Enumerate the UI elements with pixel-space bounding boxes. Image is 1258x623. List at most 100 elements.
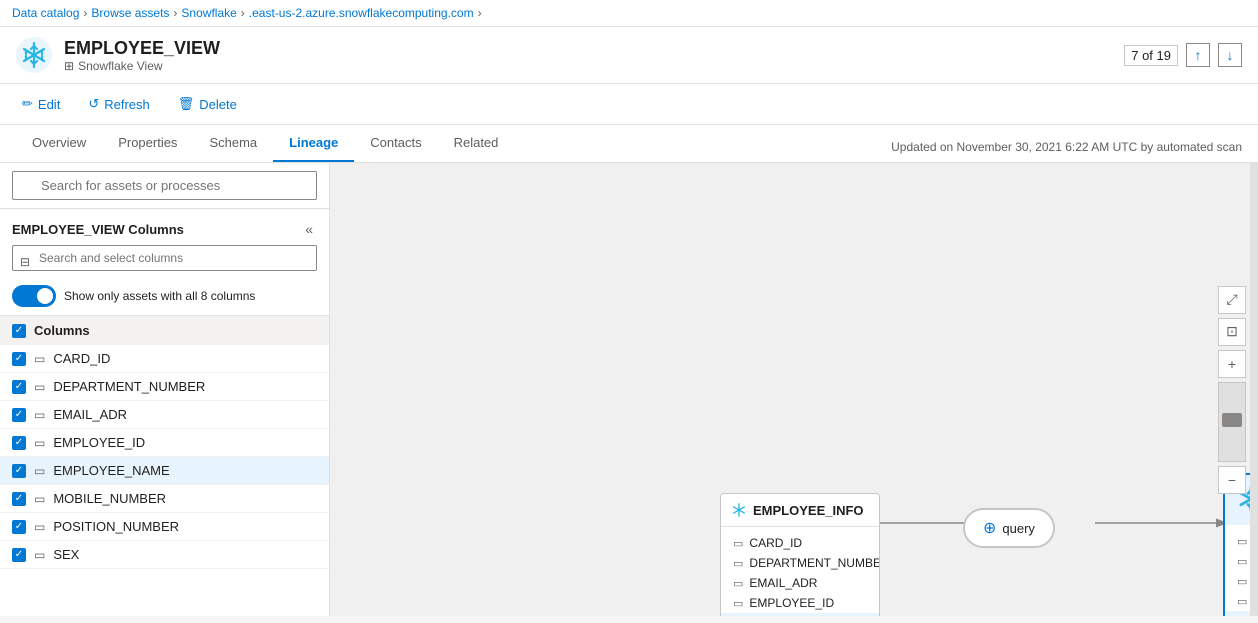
refresh-button[interactable]: ↺ Refresh	[82, 92, 155, 116]
header-right: 7 of 19 ↑ ↓	[1124, 43, 1242, 67]
columns-list: ✓ Columns ✓ ▭ CARD_ID ✓ ▭ DEPARTMENT_NUM…	[0, 316, 329, 616]
list-item[interactable]: ✓ ▭ EMPLOYEE_NAME	[0, 457, 329, 485]
fit-button[interactable]: ⊡	[1218, 318, 1246, 346]
expand-button[interactable]: ⤢	[1218, 286, 1246, 314]
breadcrumb-browse-assets[interactable]: Browse assets	[91, 6, 169, 20]
col-name-1: DEPARTMENT_NUMBER	[53, 379, 205, 394]
tab-related[interactable]: Related	[438, 125, 515, 162]
search-assets-wrap: 🔍	[12, 171, 317, 200]
search-assets-input[interactable]	[12, 171, 317, 200]
edit-icon: ✏	[22, 96, 33, 112]
list-item[interactable]: ✓ ▭ SEX	[0, 541, 329, 569]
list-item[interactable]: ✓ ▭ EMAIL_ADR	[0, 401, 329, 429]
col-checkbox-3[interactable]: ✓	[12, 436, 26, 450]
canvas-scrollbar[interactable]	[1250, 163, 1258, 616]
sidebar: 🔍 EMPLOYEE_VIEW Columns « ⊟ Show only as…	[0, 163, 330, 616]
field-icon-2: ▭	[34, 408, 45, 422]
field-icon: ▭	[1237, 555, 1247, 568]
field-icon: ▭	[733, 537, 743, 550]
col-name-5: MOBILE_NUMBER	[53, 491, 166, 506]
tab-properties[interactable]: Properties	[102, 125, 193, 162]
field-icon-0: ▭	[34, 352, 45, 366]
field-icon: ▭	[733, 557, 743, 570]
field-icon-6: ▭	[34, 520, 45, 534]
field-icon-7: ▭	[34, 548, 45, 562]
tab-overview[interactable]: Overview	[16, 125, 102, 162]
tab-lineage[interactable]: Lineage	[273, 125, 354, 162]
col-checkbox-7[interactable]: ✓	[12, 548, 26, 562]
zoom-in-button[interactable]: +	[1218, 350, 1246, 378]
field-icon-5: ▭	[34, 492, 45, 506]
col-checkbox-5[interactable]: ✓	[12, 492, 26, 506]
page-title: EMPLOYEE_VIEW	[64, 38, 220, 59]
zoom-thumb	[1222, 413, 1242, 427]
nav-prev-button[interactable]: ↑	[1186, 43, 1210, 67]
col-name-2: EMAIL_ADR	[53, 407, 127, 422]
field-icon: ▭	[1237, 575, 1247, 588]
col-name-4: EMPLOYEE_NAME	[53, 463, 169, 478]
query-label: query	[1002, 521, 1035, 536]
tab-schema[interactable]: Schema	[193, 125, 273, 162]
toggle-row: Show only assets with all 8 columns	[0, 279, 329, 316]
source-node[interactable]: EMPLOYEE_INFO ▭ CARD_ID ▭ DEPARTMENT_NUM…	[720, 493, 880, 616]
page-subtitle: ⊞ Snowflake View	[64, 59, 220, 73]
columns-section-title: EMPLOYEE_VIEW Columns	[12, 222, 184, 237]
columns-header-row: ✓ Columns	[0, 316, 329, 345]
query-node[interactable]: ⊕ query	[963, 508, 1055, 548]
col-checkbox-4[interactable]: ✓	[12, 464, 26, 478]
nav-next-button[interactable]: ↓	[1218, 43, 1242, 67]
toggle-label: Show only assets with all 8 columns	[64, 289, 255, 303]
source-field-2: ▭ EMAIL_ADR	[721, 573, 879, 593]
refresh-icon: ↺	[88, 96, 99, 112]
list-item[interactable]: ✓ ▭ EMPLOYEE_ID	[0, 429, 329, 457]
columns-all-checkbox[interactable]: ✓	[12, 324, 26, 338]
main-layout: 🔍 EMPLOYEE_VIEW Columns « ⊟ Show only as…	[0, 163, 1258, 616]
zoom-track[interactable]	[1218, 382, 1246, 462]
field-icon-4: ▭	[34, 464, 45, 478]
delete-button[interactable]: 🗑 Delete	[172, 92, 243, 116]
field-icon: ▭	[1237, 535, 1247, 548]
field-icon: ▭	[1237, 615, 1247, 617]
columns-header-label: Columns	[34, 323, 90, 338]
breadcrumb-server[interactable]: .east-us-2.azure.snowflakecomputing.com	[249, 6, 474, 20]
field-icon-3: ▭	[34, 436, 45, 450]
zoom-controls: ⤢ ⊡ + −	[1218, 286, 1246, 494]
collapse-sidebar-button[interactable]: «	[301, 219, 317, 239]
source-field-1: ▭ DEPARTMENT_NUMBER	[721, 553, 879, 573]
page-header: EMPLOYEE_VIEW ⊞ Snowflake View 7 of 19 ↑…	[0, 27, 1258, 84]
field-icon: ▭	[733, 577, 743, 590]
updated-text: Updated on November 30, 2021 6:22 AM UTC…	[891, 140, 1242, 162]
col-checkbox-0[interactable]: ✓	[12, 352, 26, 366]
source-field-3: ▭ EMPLOYEE_ID	[721, 593, 879, 613]
zoom-out-button[interactable]: −	[1218, 466, 1246, 494]
search-columns-input[interactable]	[12, 245, 317, 271]
list-item[interactable]: ✓ ▭ CARD_ID	[0, 345, 329, 373]
search-columns-wrap: ⊟	[0, 245, 329, 279]
source-field-4: ▭ EMPLOYEE_NAME	[721, 613, 879, 616]
col-name-0: CARD_ID	[53, 351, 110, 366]
field-icon-1: ▭	[34, 380, 45, 394]
breadcrumb-snowflake[interactable]: Snowflake	[181, 6, 236, 20]
source-node-header: EMPLOYEE_INFO	[721, 494, 879, 527]
query-icon: ⊕	[983, 518, 996, 538]
col-checkbox-2[interactable]: ✓	[12, 408, 26, 422]
list-item[interactable]: ✓ ▭ DEPARTMENT_NUMBER	[0, 373, 329, 401]
breadcrumb-data-catalog[interactable]: Data catalog	[12, 6, 79, 20]
tab-contacts[interactable]: Contacts	[354, 125, 437, 162]
list-item[interactable]: ✓ ▭ POSITION_NUMBER	[0, 513, 329, 541]
filter-columns-icon: ⊟	[20, 255, 30, 269]
field-icon: ▭	[1237, 595, 1247, 608]
source-node-body: ▭ CARD_ID ▭ DEPARTMENT_NUMBER ▭ EMAIL_AD…	[721, 527, 879, 616]
col-checkbox-1[interactable]: ✓	[12, 380, 26, 394]
list-item[interactable]: ✓ ▭ MOBILE_NUMBER	[0, 485, 329, 513]
col-name-6: POSITION_NUMBER	[53, 519, 179, 534]
nav-counter: 7 of 19	[1124, 45, 1178, 66]
col-checkbox-6[interactable]: ✓	[12, 520, 26, 534]
view-icon: ⊞	[64, 59, 74, 73]
source-snowflake-icon	[731, 502, 747, 518]
delete-icon: 🗑	[178, 96, 195, 112]
toggle-switch[interactable]	[12, 285, 56, 307]
breadcrumb: Data catalog › Browse assets › Snowflake…	[0, 0, 1258, 27]
edit-button[interactable]: ✏ Edit	[16, 92, 66, 116]
lineage-canvas[interactable]: EMPLOYEE_INFO ▭ CARD_ID ▭ DEPARTMENT_NUM…	[330, 163, 1258, 616]
